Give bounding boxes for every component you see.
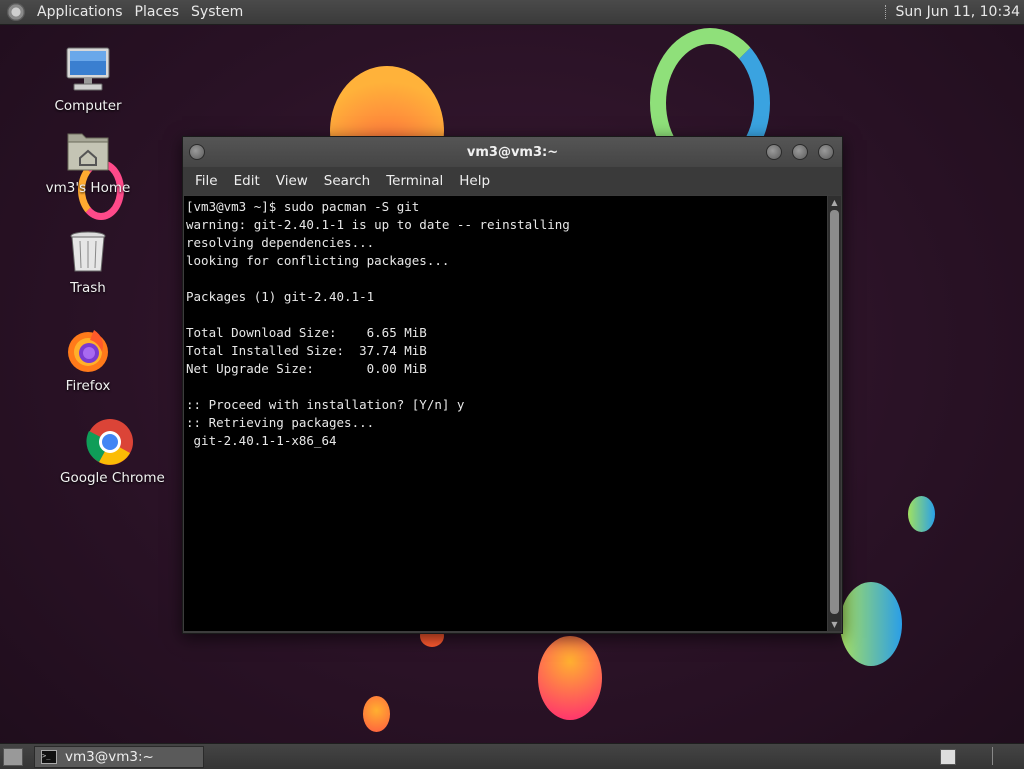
terminal-line: [vm3@vm3 ~]$ sudo pacman -S git bbox=[186, 199, 420, 214]
bottom-panel: >_ vm3@vm3:~ bbox=[0, 743, 1024, 769]
panel-separator bbox=[884, 5, 888, 19]
menu-terminal[interactable]: Terminal bbox=[378, 173, 451, 189]
maximize-button[interactable] bbox=[792, 144, 808, 160]
terminal-line: Total Installed Size: 37.74 MiB bbox=[186, 343, 427, 358]
applications-menu[interactable]: Applications bbox=[31, 4, 129, 20]
desktop-icon-computer[interactable]: Computer bbox=[38, 46, 138, 114]
clock[interactable]: Sun Jun 11, 10:34 bbox=[896, 4, 1020, 20]
home-folder-icon bbox=[64, 128, 112, 176]
top-panel: Applications Places System Sun Jun 11, 1… bbox=[0, 0, 1024, 25]
wallpaper-small-orange-blob bbox=[363, 696, 390, 732]
desktop-icon-chrome[interactable]: Google Chrome bbox=[60, 418, 165, 486]
main-menu-icon[interactable] bbox=[7, 3, 25, 21]
desktop-icon-label: Firefox bbox=[65, 378, 111, 394]
terminal-line: Total Download Size: 6.65 MiB bbox=[186, 325, 427, 340]
menu-edit[interactable]: Edit bbox=[226, 173, 268, 189]
taskbar-terminal-button[interactable]: >_ vm3@vm3:~ bbox=[34, 746, 204, 768]
desktop-icon-label: Trash bbox=[70, 280, 106, 296]
taskbar-label: vm3@vm3:~ bbox=[65, 749, 154, 765]
menu-help[interactable]: Help bbox=[451, 173, 498, 189]
scroll-down-icon[interactable]: ▼ bbox=[830, 620, 839, 629]
terminal-icon: >_ bbox=[41, 750, 57, 764]
scrollbar-thumb[interactable] bbox=[830, 210, 839, 614]
terminal-line: :: Retrieving packages... bbox=[186, 415, 375, 430]
desktop-icon-trash[interactable]: Trash bbox=[38, 228, 138, 296]
system-menu[interactable]: System bbox=[185, 4, 249, 20]
menu-search[interactable]: Search bbox=[316, 173, 378, 189]
desktop-icon-label: Google Chrome bbox=[60, 470, 165, 486]
desktop-icon-label: vm3's Home bbox=[45, 180, 131, 196]
terminal-line: :: Proceed with installation? [Y/n] y bbox=[186, 397, 465, 412]
computer-icon bbox=[64, 46, 112, 94]
window-title: vm3@vm3:~ bbox=[466, 144, 559, 160]
desktop-icon-label: Computer bbox=[54, 98, 122, 114]
terminal-line: looking for conflicting packages... bbox=[186, 253, 450, 268]
close-button[interactable] bbox=[818, 144, 834, 160]
panel-separator bbox=[992, 747, 1005, 765]
minimize-button[interactable] bbox=[766, 144, 782, 160]
terminal-line: Packages (1) git-2.40.1-1 bbox=[186, 289, 375, 304]
desktop-icon-home[interactable]: vm3's Home bbox=[38, 128, 138, 196]
terminal-line: git-2.40.1-1-x86_64 bbox=[186, 433, 337, 448]
terminal-line: warning: git-2.40.1-1 is up to date -- r… bbox=[186, 217, 570, 232]
places-menu[interactable]: Places bbox=[129, 4, 186, 20]
wallpaper-blue-blob bbox=[908, 496, 935, 532]
wallpaper-pink-blob bbox=[538, 636, 602, 720]
terminal-menubar: File Edit View Search Terminal Help bbox=[183, 167, 842, 195]
trash-icon bbox=[64, 228, 112, 276]
terminal-scrollbar[interactable]: ▲ ▼ bbox=[828, 196, 841, 631]
window-menu-button[interactable] bbox=[189, 144, 205, 160]
menu-view[interactable]: View bbox=[268, 173, 316, 189]
desktop-icon-firefox[interactable]: Firefox bbox=[38, 326, 138, 394]
firefox-icon bbox=[64, 326, 112, 374]
workspace-switcher[interactable] bbox=[940, 749, 956, 765]
scroll-up-icon[interactable]: ▲ bbox=[830, 198, 839, 207]
terminal-output[interactable]: [vm3@vm3 ~]$ sudo pacman -S git warning:… bbox=[184, 196, 827, 631]
menu-file[interactable]: File bbox=[187, 173, 226, 189]
terminal-titlebar[interactable]: vm3@vm3:~ bbox=[183, 137, 842, 167]
wallpaper-green-blob bbox=[840, 582, 902, 666]
terminal-line: resolving dependencies... bbox=[186, 235, 375, 250]
terminal-line: Net Upgrade Size: 0.00 MiB bbox=[186, 361, 427, 376]
terminal-window[interactable]: vm3@vm3:~ File Edit View Search Terminal… bbox=[182, 136, 843, 634]
chrome-icon bbox=[86, 418, 134, 466]
show-desktop-icon[interactable] bbox=[3, 748, 23, 766]
